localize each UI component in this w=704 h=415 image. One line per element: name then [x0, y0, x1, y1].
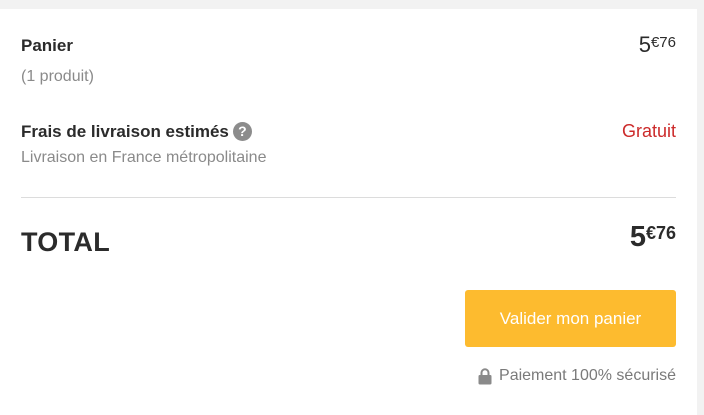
total-price-decimal: €76 — [645, 223, 676, 243]
shipping-label: Frais de livraison estimés — [21, 122, 229, 141]
help-icon[interactable]: ? — [232, 122, 252, 141]
total-label: TOTAL — [21, 227, 110, 257]
cart-row: Panier 5€76 — [21, 32, 676, 57]
cart-price: 5€76 — [639, 32, 676, 58]
total-price-integer: 5 — [629, 221, 646, 253]
secure-payment-note: Paiement 100% sécurisé — [478, 367, 676, 385]
total-price: 5€76 — [630, 221, 676, 254]
shipping-subtext: Livraison en France métropolitaine — [21, 149, 267, 166]
cart-product-count: (1 produit) — [21, 68, 94, 85]
shipping-value: Gratuit — [621, 121, 676, 141]
divider — [21, 197, 676, 198]
cart-label: Panier — [21, 36, 73, 55]
cart-summary-panel: Panier 5€76 (1 produit) Frais de livrais… — [0, 9, 697, 415]
secure-payment-text: Paiement 100% sécurisé — [499, 367, 676, 384]
shipping-row: Frais de livraison estimés? Gratuit — [21, 121, 676, 142]
validate-cart-button[interactable]: Valider mon panier — [465, 290, 676, 347]
cart-price-decimal: €76 — [650, 34, 676, 51]
lock-icon — [478, 367, 492, 384]
total-row: TOTAL 5€76 — [21, 221, 676, 258]
cart-price-integer: 5 — [638, 32, 651, 57]
